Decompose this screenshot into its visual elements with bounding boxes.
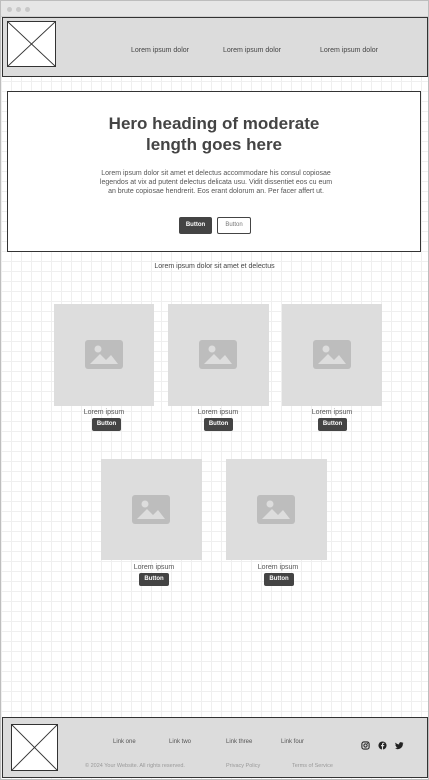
footer-terms-link[interactable]: Terms of Service (292, 763, 333, 769)
card-button[interactable]: Button (204, 418, 233, 431)
image-placeholder-icon (257, 495, 295, 524)
instagram-icon[interactable] (361, 741, 370, 750)
card-button[interactable]: Button (318, 418, 347, 431)
image-placeholder-icon (199, 340, 237, 369)
footer-link[interactable]: Link three (226, 739, 252, 745)
card-label: Lorem ipsum (133, 564, 175, 571)
hero-primary-button[interactable]: Button (179, 217, 212, 234)
window-titlebar (1, 1, 428, 17)
twitter-icon[interactable] (395, 741, 404, 750)
footer-link[interactable]: Link one (113, 739, 136, 745)
card-button[interactable]: Button (264, 573, 294, 586)
hero-heading-line: Hero heading of moderate (108, 114, 320, 133)
card-button[interactable]: Button (139, 573, 169, 586)
footer-link[interactable]: Link four (281, 739, 304, 745)
site-footer: Link one Link two Link three Link four ©… (2, 717, 428, 778)
hero-secondary-button[interactable]: Button (217, 217, 251, 234)
hero-heading-line: length goes here (145, 135, 283, 154)
facebook-icon[interactable] (378, 741, 387, 750)
hero-heading: Hero heading of moderate length goes her… (8, 113, 420, 155)
card-image[interactable] (168, 304, 269, 406)
card-image[interactable] (101, 459, 202, 560)
logo-placeholder-icon (8, 22, 55, 66)
card-image[interactable] (226, 459, 327, 560)
hero-body: Lorem ipsum dolor sit amet et delectus a… (99, 170, 333, 195)
card-image[interactable] (54, 304, 154, 406)
section-tagline: Lorem ipsum dolor sit amet et delectus (154, 263, 275, 270)
card-label: Lorem ipsum (197, 409, 239, 416)
logo-placeholder-icon (12, 725, 57, 770)
image-placeholder-icon (85, 340, 123, 369)
card-label: Lorem ipsum (83, 409, 125, 416)
nav-link[interactable]: Lorem ipsum dolor (320, 47, 378, 54)
card-image[interactable] (282, 304, 382, 406)
window-dot-icon[interactable] (25, 7, 30, 12)
footer-logo-placeholder[interactable] (11, 724, 58, 771)
footer-privacy-link[interactable]: Privacy Policy (226, 763, 260, 769)
card-label: Lorem ipsum (311, 409, 353, 416)
footer-copyright: © 2024 Your Website. All rights reserved… (85, 763, 185, 769)
page-frame: Lorem ipsum dolor Lorem ipsum dolor Lore… (0, 0, 429, 780)
card-button[interactable]: Button (92, 418, 121, 431)
card-label: Lorem ipsum (257, 564, 299, 571)
logo-placeholder[interactable] (7, 21, 56, 67)
image-placeholder-icon (313, 340, 351, 369)
image-placeholder-icon (132, 495, 170, 524)
nav-link[interactable]: Lorem ipsum dolor (223, 47, 281, 54)
footer-link[interactable]: Link two (169, 739, 191, 745)
window-dot-icon[interactable] (7, 7, 12, 12)
hero-section: Hero heading of moderate length goes her… (7, 91, 421, 252)
nav-link[interactable]: Lorem ipsum dolor (131, 47, 189, 54)
site-header: Lorem ipsum dolor Lorem ipsum dolor Lore… (2, 17, 428, 77)
window-dot-icon[interactable] (16, 7, 21, 12)
